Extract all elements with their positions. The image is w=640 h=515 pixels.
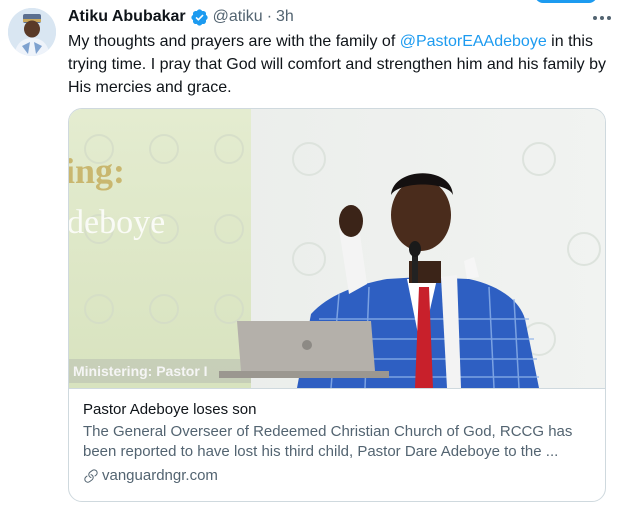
card-body[interactable]: Pastor Adeboye loses son The General Ove… <box>69 388 605 501</box>
author-handle[interactable]: @atiku <box>213 8 263 26</box>
tweet-text: My thoughts and prayers are with the fam… <box>68 30 628 99</box>
card-title[interactable]: Pastor Adeboye loses son <box>83 400 591 420</box>
image-overlay-name: deboye <box>69 204 165 241</box>
card-domain-text[interactable]: vanguardngr.com <box>102 466 218 486</box>
image-overlay-top: ing: <box>69 151 125 191</box>
verified-badge-icon <box>190 8 209 27</box>
card-image[interactable]: ing: deboye Ministering: Pastor I <box>69 109 605 388</box>
card-description: The General Overseer of Redeemed Christi… <box>83 423 573 460</box>
avatar[interactable] <box>8 8 56 56</box>
image-caption: Ministering: Pastor I <box>73 363 208 379</box>
author-name[interactable]: Atiku Abubakar <box>68 8 186 26</box>
tweet-header: Atiku Abubakar @atiku · 3h <box>68 6 294 28</box>
card-domain[interactable]: vanguardngr.com <box>83 466 591 486</box>
link-icon <box>83 468 99 484</box>
tweet-text-before: My thoughts and prayers are with the fam… <box>68 33 400 50</box>
header-separator: · <box>266 8 273 25</box>
tweet[interactable]: Atiku Abubakar @atiku · 3h My thoughts a… <box>0 0 640 515</box>
timestamp[interactable]: 3h <box>276 8 294 26</box>
more-options-icon[interactable] <box>590 8 614 28</box>
link-preview-card[interactable]: ing: deboye Ministering: Pastor I Pastor… <box>68 108 606 502</box>
follow-button-edge[interactable] <box>535 0 597 3</box>
mention-link[interactable]: @PastorEAAdeboye <box>400 33 547 50</box>
